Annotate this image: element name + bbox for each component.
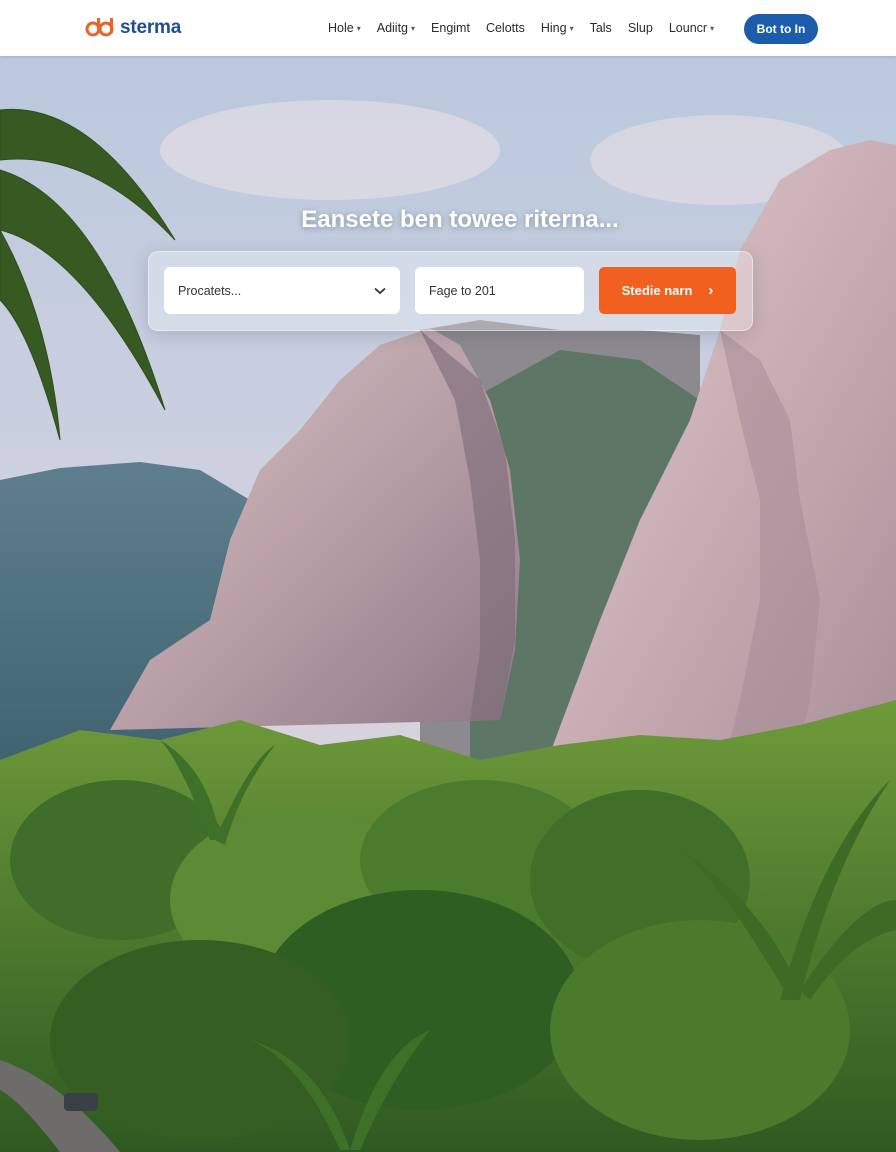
search-button-label: Stedie narn [621, 283, 693, 298]
nav-item-engimt[interactable]: Engimt [423, 0, 478, 56]
dual-loop-logo-icon [85, 18, 114, 37]
nav-item-label: Slup [627, 21, 653, 35]
hero-background [0, 0, 896, 1152]
landscape-illustration [0, 0, 896, 1152]
date-range-input[interactable] [415, 267, 584, 314]
caret-down-icon: ▾ [356, 23, 361, 33]
search-panel: Procatets... Stedie narn › [148, 251, 753, 331]
caret-down-icon: ▾ [411, 23, 416, 33]
nav-item-slup[interactable]: Slup [620, 0, 661, 56]
nav-item-label: Adiitg [376, 21, 409, 35]
category-select[interactable]: Procatets... [164, 267, 400, 314]
brand-name: sterma [120, 17, 182, 38]
nav-item-hole[interactable]: Hole ▾ [320, 0, 369, 56]
caret-down-icon: ▾ [710, 23, 715, 33]
nav-item-label: Hole [328, 21, 354, 35]
hero-headline: Eansete ben towee riterna... [301, 206, 619, 233]
nav-item-hing[interactable]: Hing ▾ [533, 0, 582, 56]
chevron-right-icon: › [708, 282, 714, 299]
main-nav: Hole ▾ Adiitg ▾ Engimt Celotts Hing ▾ Ta… [320, 0, 722, 56]
caret-down-icon: ▾ [569, 23, 574, 33]
brand-logo[interactable]: sterma [84, 14, 181, 42]
nav-item-louncr[interactable]: Louncr ▾ [661, 0, 722, 56]
search-button[interactable]: Stedie narn › [599, 267, 736, 314]
category-select-value: Procatets... [178, 283, 242, 298]
nav-item-label: Celotts [485, 21, 525, 35]
sign-in-button[interactable]: Bot to In [744, 14, 818, 44]
top-navbar: sterma Hole ▾ Adiitg ▾ Engimt Celotts Hi… [0, 0, 896, 56]
nav-item-label: Louncr [668, 21, 708, 35]
nav-item-celotts[interactable]: Celotts [478, 0, 533, 56]
nav-item-adiitg[interactable]: Adiitg ▾ [369, 0, 423, 56]
nav-item-label: Engimt [431, 21, 470, 35]
nav-item-label: Hing [540, 21, 567, 35]
nav-item-label: Tals [589, 21, 612, 35]
chevron-down-icon [374, 287, 386, 294]
nav-item-tals[interactable]: Tals [582, 0, 620, 56]
